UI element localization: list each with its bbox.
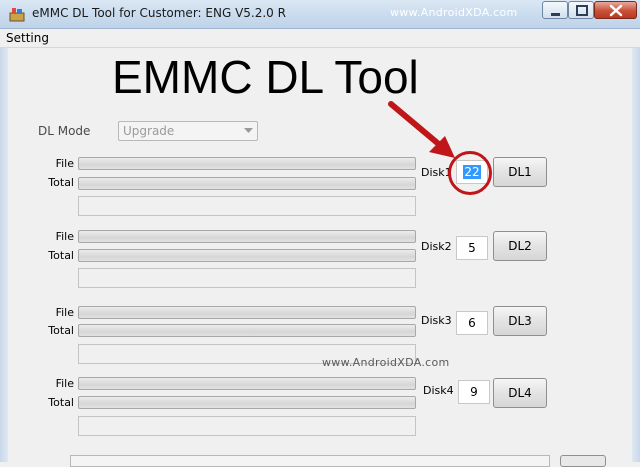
file-progress-bar — [78, 230, 416, 243]
annotation-circle — [448, 151, 492, 195]
close-icon — [609, 4, 623, 17]
window-frame-left — [0, 28, 8, 462]
close-button[interactable] — [594, 1, 637, 19]
file-label: File — [55, 157, 74, 170]
total-progress-bar — [78, 249, 416, 262]
dl-mode-value: Upgrade — [123, 124, 175, 138]
bottom-input-field[interactable] — [70, 455, 550, 467]
window-title: eMMC DL Tool for Customer: ENG V5.2.0 R — [32, 6, 286, 20]
minimize-icon — [551, 13, 560, 16]
watermark-text: www.AndroidXDA.com — [390, 6, 518, 19]
chevron-down-icon — [244, 128, 253, 133]
dl4-button[interactable]: DL4 — [493, 378, 547, 408]
window-frame-right — [632, 28, 640, 462]
maximize-button[interactable] — [568, 1, 594, 19]
bottom-button[interactable] — [560, 455, 606, 467]
minimize-button[interactable] — [542, 1, 568, 19]
file-label: File — [55, 306, 74, 319]
file-progress-bar — [78, 157, 416, 170]
caption-overlay: EMMC DL Tool — [112, 51, 419, 103]
watermark-text: www.AndroidXDA.com — [322, 356, 450, 369]
disk-number-field[interactable]: 6 — [456, 311, 488, 335]
total-label: Total — [48, 324, 74, 337]
status-box — [78, 416, 416, 436]
dl-mode-label: DL Mode — [38, 124, 91, 138]
menu-bar: Setting — [0, 29, 640, 48]
disk-label: Disk3 — [421, 314, 452, 327]
total-label: Total — [48, 249, 74, 262]
total-progress-bar — [78, 396, 416, 409]
total-progress-bar — [78, 324, 416, 337]
file-label: File — [55, 230, 74, 243]
disk-label: Disk4 — [423, 384, 454, 397]
disk-number-field[interactable]: 5 — [456, 236, 488, 260]
file-label: File — [55, 377, 74, 390]
total-label: Total — [48, 396, 74, 409]
total-label: Total — [48, 176, 74, 189]
maximize-icon — [576, 5, 588, 16]
dl1-button[interactable]: DL1 — [493, 157, 547, 187]
dl-mode-select[interactable]: Upgrade — [118, 121, 258, 141]
disk-number-field[interactable]: 9 — [458, 380, 490, 404]
dl2-button[interactable]: DL2 — [493, 231, 547, 261]
app-icon — [9, 8, 25, 22]
status-box — [78, 196, 416, 216]
dl3-button[interactable]: DL3 — [493, 306, 547, 336]
status-box — [78, 268, 416, 288]
disk-label: Disk2 — [421, 240, 452, 253]
file-progress-bar — [78, 306, 416, 319]
title-bar[interactable]: eMMC DL Tool for Customer: ENG V5.2.0 R … — [0, 0, 640, 29]
file-progress-bar — [78, 377, 416, 390]
menu-item-setting[interactable]: Setting — [6, 31, 49, 45]
total-progress-bar — [78, 177, 416, 190]
